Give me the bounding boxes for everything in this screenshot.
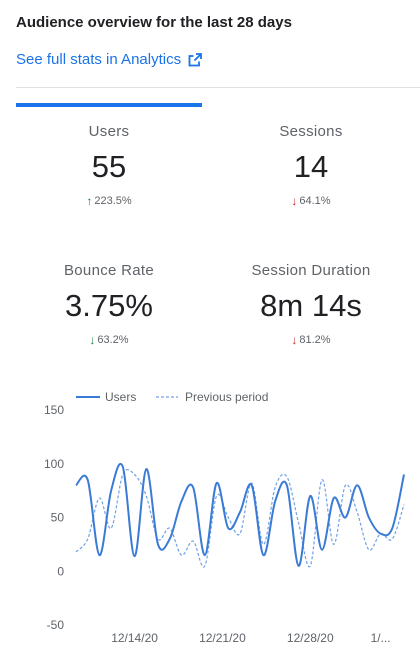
- arrow-up-icon: ↑: [86, 194, 93, 208]
- metric-change-value: 223.5%: [94, 195, 132, 207]
- x-axis: 12/14/20 12/21/20 12/28/20 1/...: [111, 631, 390, 645]
- metric-value: 3.75%: [65, 288, 153, 323]
- metric-change-value: 81.2%: [299, 334, 331, 346]
- x-tick-label: 12/28/20: [287, 631, 334, 645]
- metric-label: Users: [88, 123, 130, 140]
- page-title: Audience overview for the last 28 days: [16, 14, 292, 31]
- arrow-down-icon: ↓: [89, 333, 96, 347]
- y-tick-label: -50: [47, 618, 65, 632]
- y-tick-label: 50: [51, 511, 65, 525]
- metric-value: 8m 14s: [260, 288, 362, 323]
- metric-label: Sessions: [279, 123, 343, 140]
- tab-divider: [16, 87, 420, 88]
- metric-session-duration[interactable]: Session Duration 8m 14s ↓ 81.2%: [216, 262, 406, 347]
- y-axis: 150 100 50 0 -50: [44, 403, 64, 632]
- chart-legend: Users Previous period: [76, 390, 268, 404]
- x-tick-label: 12/14/20: [111, 631, 158, 645]
- users-line: [75, 462, 405, 567]
- x-tick-label: 1/...: [371, 631, 391, 645]
- metric-label: Bounce Rate: [63, 262, 155, 279]
- y-tick-label: 0: [57, 564, 64, 578]
- metric-sessions[interactable]: Sessions 14 ↓ 64.1%: [216, 123, 406, 208]
- external-link-icon: [188, 52, 202, 67]
- analytics-link-label: See full stats in Analytics: [16, 51, 182, 68]
- plot-area: [75, 462, 405, 568]
- y-tick-label: 100: [44, 457, 64, 471]
- analytics-link[interactable]: See full stats in Analytics: [16, 51, 202, 68]
- metric-label: Session Duration: [251, 262, 371, 279]
- metric-change-value: 63.2%: [97, 334, 129, 346]
- metric-change: ↓ 64.1%: [216, 194, 406, 208]
- metric-value: 14: [293, 149, 329, 184]
- active-tab-indicator: [16, 103, 202, 107]
- legend-users-label: Users: [105, 390, 136, 404]
- metric-bounce-rate[interactable]: Bounce Rate 3.75% ↓ 63.2%: [14, 262, 204, 347]
- metric-change-value: 64.1%: [299, 195, 331, 207]
- metric-users[interactable]: Users 55 ↑ 223.5%: [14, 123, 204, 208]
- y-tick-label: 150: [44, 403, 64, 417]
- metric-change: ↑ 223.5%: [14, 194, 204, 208]
- metric-value: 55: [91, 149, 127, 184]
- metric-change: ↓ 63.2%: [14, 333, 204, 347]
- legend-previous-label: Previous period: [185, 390, 268, 404]
- metric-change: ↓ 81.2%: [216, 333, 406, 347]
- arrow-down-icon: ↓: [291, 333, 298, 347]
- arrow-down-icon: ↓: [291, 194, 298, 208]
- users-line-chart: Users Previous period 150 100 50 0 -50 12/14…: [44, 390, 405, 645]
- x-tick-label: 12/21/20: [199, 631, 246, 645]
